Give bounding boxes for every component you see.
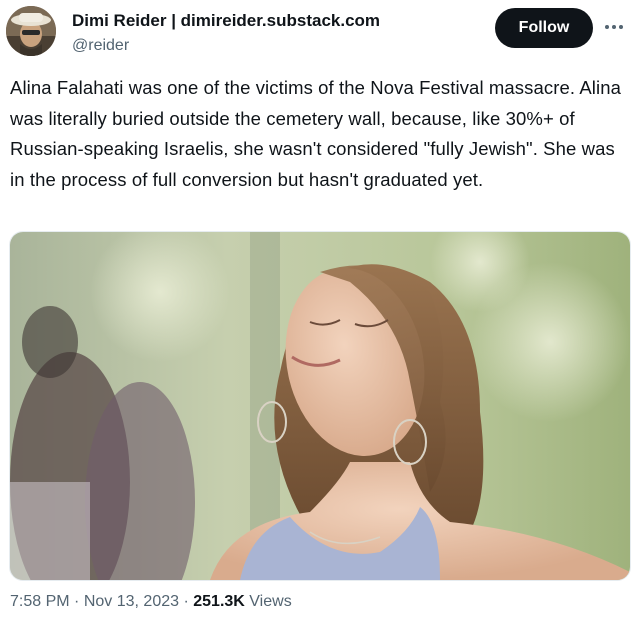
tweet-meta: 7:58 PM · Nov 13, 2023 · 251.3K Views (10, 593, 292, 611)
tweet-text: Alina Falahati was one of the victims of… (10, 77, 621, 190)
tweet-time[interactable]: 7:58 PM (10, 593, 70, 610)
follow-button[interactable]: Follow (495, 8, 593, 48)
tweet-photo[interactable] (9, 231, 631, 581)
meta-separator: · (74, 593, 80, 610)
author-display-name[interactable]: Dimi Reider | dimireider.substack.com (72, 10, 380, 32)
author-info: Dimi Reider | dimireider.substack.com @r… (72, 10, 380, 57)
views-label: Views (249, 593, 292, 610)
tweet-date[interactable]: Nov 13, 2023 (84, 593, 179, 610)
avatar[interactable] (6, 6, 56, 56)
meta-separator: · (183, 593, 189, 610)
more-horizontal-icon[interactable] (601, 14, 627, 40)
author-handle[interactable]: @reider (72, 35, 380, 57)
views-count: 251.3K (193, 593, 245, 610)
